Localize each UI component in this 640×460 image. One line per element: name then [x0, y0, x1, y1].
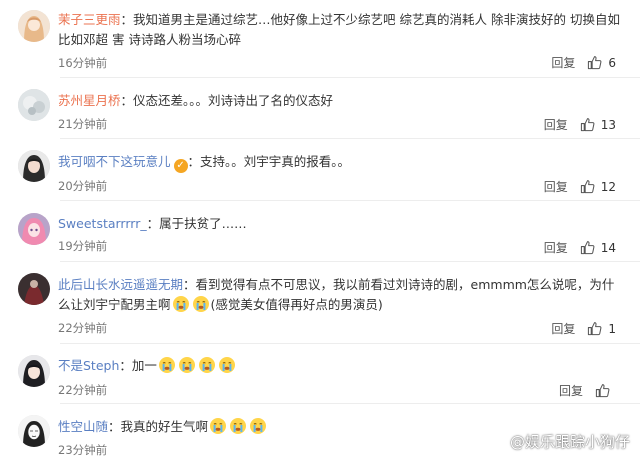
comment-body: 此后山长水远遥遥无期：看到觉得有点不可思议，我以前看过刘诗诗的剧，emmmm怎么… [58, 277, 615, 313]
like-count: 14 [600, 240, 616, 255]
reply-button[interactable]: 回复 [544, 239, 568, 256]
comment-timestamp: 20分钟前 [58, 179, 108, 193]
comment-actions: 回复 [559, 382, 610, 399]
watermark-text: @娱乐跟踪小狗仔 [509, 433, 630, 451]
anime-avatar-icon [18, 213, 50, 245]
crying-face-icon [192, 295, 210, 313]
avatar[interactable] [18, 213, 50, 245]
comment-text: 我知道男主是通过综艺…他好像上过不少综艺吧 综艺真的消耗人 除非演技好的 切换自… [58, 12, 620, 47]
crying-face-icon [209, 417, 227, 435]
comment-actions: 回复 1 [551, 320, 616, 337]
comment-body: 茉子三更雨：我知道男主是通过综艺…他好像上过不少综艺吧 综艺真的消耗人 除非演技… [58, 12, 620, 47]
comment-body: Sweetstarrrrr_：属于扶贫了…… [58, 216, 247, 231]
dark-avatar-icon [18, 273, 50, 305]
comment-body: 不是Steph：加一 [58, 356, 626, 376]
reply-button[interactable]: 回复 [559, 382, 583, 399]
like-count: 13 [600, 117, 616, 132]
reply-button[interactable]: 回复 [544, 116, 568, 133]
crying-face-icon [249, 417, 267, 435]
like-button[interactable]: 6 [587, 55, 616, 70]
comment-body: 苏州星月桥：仪态还差。。。刘诗诗出了名的仪态好 [58, 93, 334, 108]
comment-timestamp: 22分钟前 [58, 383, 108, 397]
comment-username[interactable]: 性空山随 [58, 419, 108, 434]
thumbs-up-icon [580, 118, 595, 132]
like-button[interactable]: 1 [587, 321, 616, 336]
reply-button[interactable]: 回复 [544, 178, 568, 195]
crying-face-icon [178, 356, 196, 374]
woman-avatar-icon [18, 150, 50, 182]
comment-actions: 回复 12 [544, 178, 616, 195]
comment-username[interactable]: 我可咽不下这玩意儿 [58, 154, 171, 169]
sketch-avatar-icon [18, 415, 50, 447]
reply-button[interactable]: 回复 [551, 320, 575, 337]
comment-username[interactable]: 不是Steph [58, 358, 119, 373]
comment-username[interactable]: 苏州星月桥 [58, 93, 121, 108]
thumbs-up-icon [580, 241, 595, 255]
comment-text: 加一 [131, 358, 157, 373]
verified-badge-icon: ✓ [173, 159, 188, 173]
watermark-logo-icon [488, 433, 506, 450]
like-button[interactable]: 14 [580, 240, 616, 255]
comment-item: 我可咽不下这玩意儿 ✓ ：支持。。刘宇宇真的报看。。 20分钟前 回复 12 [0, 139, 640, 201]
comment-text: 属于扶贫了…… [159, 216, 247, 231]
like-count: 1 [608, 321, 616, 336]
comment-username[interactable]: 此后山长水远遥遥无期 [58, 277, 183, 292]
girl-avatar-icon [18, 10, 50, 42]
comment-text: 支持。。刘宇宇真的报看。。 [200, 154, 351, 169]
comment-timestamp: 19分钟前 [58, 239, 108, 253]
comment-body: 我可咽不下这玩意儿 ✓ ：支持。。刘宇宇真的报看。。 [58, 154, 351, 173]
comment-item: 此后山长水远遥遥无期：看到觉得有点不可思议，我以前看过刘诗诗的剧，emmmm怎么… [0, 262, 640, 344]
watermark: @娱乐跟踪小狗仔 [488, 431, 630, 452]
comment-item: 苏州星月桥：仪态还差。。。刘诗诗出了名的仪态好 21分钟前 回复 13 [0, 78, 640, 139]
thumbs-up-icon [588, 322, 602, 336]
thumbs-up-icon [595, 384, 610, 398]
comment-item: 茉子三更雨：我知道男主是通过综艺…他好像上过不少综艺吧 综艺真的消耗人 除非演技… [0, 0, 640, 78]
comment-username[interactable]: Sweetstarrrrr_ [58, 216, 147, 231]
comment-timestamp: 23分钟前 [58, 443, 108, 457]
crying-face-icon [218, 356, 236, 374]
comment-actions: 回复 14 [544, 239, 616, 256]
girl-dark-hair-avatar-icon [18, 355, 50, 387]
crying-face-icon [229, 417, 247, 435]
flower-avatar-icon [18, 89, 50, 121]
comment-timestamp: 21分钟前 [58, 117, 108, 131]
avatar[interactable] [18, 10, 50, 42]
avatar[interactable] [18, 415, 50, 447]
crying-face-icon [158, 356, 176, 374]
like-button[interactable] [595, 383, 610, 398]
comment-actions: 回复 13 [544, 116, 616, 133]
comment-text-extra: (感觉美女值得再好点的男演员) [210, 297, 383, 312]
comment-username[interactable]: 茉子三更雨 [58, 12, 121, 27]
thumbs-up-icon [588, 56, 602, 70]
like-count: 12 [600, 179, 616, 194]
thumbs-up-icon [580, 180, 595, 194]
comment-item: Sweetstarrrrr_：属于扶贫了…… 19分钟前 回复 14 [0, 201, 640, 262]
avatar[interactable] [18, 150, 50, 182]
comment-timestamp: 16分钟前 [58, 56, 108, 70]
comment-text: 仪态还差。。。刘诗诗出了名的仪态好 [133, 93, 334, 108]
crying-face-icon [198, 356, 216, 374]
like-button[interactable]: 12 [580, 179, 616, 194]
comment-item: 不是Steph：加一 22分钟前 回复 [0, 344, 640, 404]
avatar[interactable] [18, 355, 50, 387]
avatar[interactable] [18, 89, 50, 121]
crying-face-icon [172, 295, 190, 313]
like-count: 6 [608, 55, 616, 70]
reply-button[interactable]: 回复 [551, 54, 575, 71]
avatar[interactable] [18, 273, 50, 305]
like-button[interactable]: 13 [580, 117, 616, 132]
comment-actions: 回复 6 [551, 54, 616, 71]
comment-text: 我真的好生气啊 [120, 419, 209, 434]
comment-timestamp: 22分钟前 [58, 321, 108, 335]
